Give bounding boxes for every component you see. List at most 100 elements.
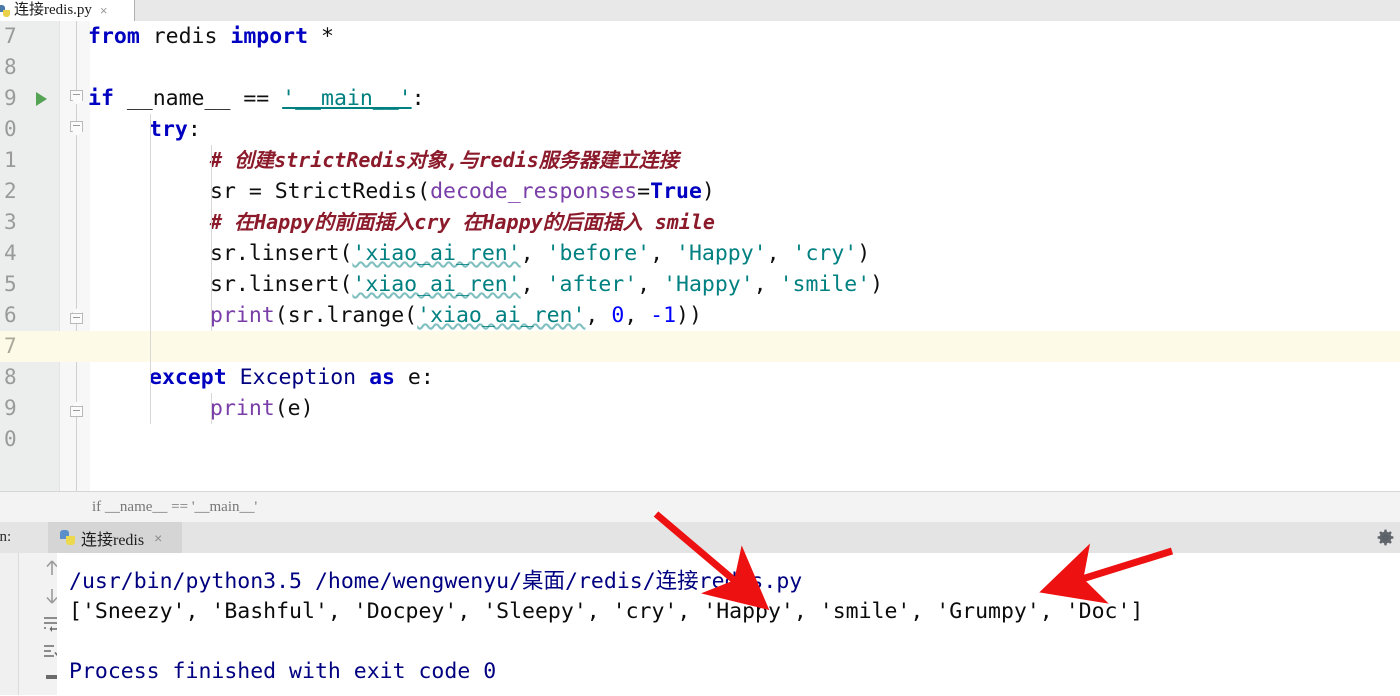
token-true: True: [650, 179, 702, 204]
token-from: from: [88, 24, 140, 49]
token-except: except: [149, 365, 227, 390]
token-smile: 'smile': [779, 272, 871, 297]
python-file-icon: [0, 4, 10, 17]
token-key-xiao-ai-ren: 'xiao_ai_ren': [352, 272, 521, 297]
settings-gear-icon[interactable]: [1377, 529, 1394, 546]
line-number: 1: [4, 148, 17, 172]
code-row[interactable]: 7 from redis import *: [0, 21, 1400, 52]
line-number: 6: [4, 303, 17, 327]
line-number: 8: [4, 365, 17, 389]
code-text: sr.linsert('xiao_ai_ren', 'after', 'Happ…: [210, 269, 883, 300]
token-comma: ,: [637, 272, 664, 297]
close-icon[interactable]: ×: [100, 0, 108, 21]
run-gutter-arrow-icon[interactable]: [36, 92, 47, 106]
run-console-output[interactable]: /usr/bin/python3.5 /home/wengwenyu/桌面/re…: [57, 553, 1400, 695]
token-colon: :: [411, 86, 425, 111]
token-exception: Exception: [226, 365, 370, 390]
fold-marker-icon[interactable]: [70, 90, 84, 106]
token-before: 'before': [546, 241, 651, 266]
line-number: 3: [4, 210, 17, 234]
token-if: if: [88, 86, 114, 111]
code-row[interactable]: 9 print(e): [0, 393, 1400, 424]
token-lparen: (: [274, 303, 288, 328]
token-rparen: ): [857, 241, 871, 266]
code-row[interactable]: 0: [0, 424, 1400, 455]
run-tab-lianjie-redis[interactable]: 连接redis ×: [48, 522, 182, 553]
token-cry: 'cry': [792, 241, 858, 266]
token-happy: 'Happy': [663, 272, 754, 297]
token-minus-one: -1: [650, 303, 677, 328]
line-number: 9: [4, 396, 17, 420]
code-row[interactable]: 2 sr = StrictRedis(decode_responses=True…: [0, 176, 1400, 207]
token-module: redis: [139, 24, 231, 49]
pycharm-window: 连接redis.py × 7 from redis import * 8 9 i…: [0, 0, 1400, 695]
token-sr-linsert: sr.linsert(: [210, 241, 353, 266]
indent-guide: [150, 114, 151, 424]
token-comma: ,: [624, 303, 651, 328]
code-lines: 7 from redis import * 8 9 if __name__ ==…: [0, 21, 1400, 491]
token-comma: ,: [585, 303, 612, 328]
code-row[interactable]: 5 sr.linsert('xiao_ai_ren', 'after', 'Ha…: [0, 269, 1400, 300]
fold-marker-end-icon[interactable]: [70, 401, 84, 417]
token-rparen: ): [870, 272, 884, 297]
token-sr-linsert: sr.linsert(: [210, 272, 353, 297]
run-sidebar: [0, 553, 62, 695]
code-editor[interactable]: 7 from redis import * 8 9 if __name__ ==…: [0, 21, 1400, 491]
python-run-icon: [60, 530, 75, 545]
line-number: 0: [4, 427, 17, 451]
code-text: from redis import *: [88, 21, 334, 52]
line-number: 2: [4, 179, 17, 203]
code-text: except Exception as e:: [149, 362, 434, 393]
run-sidebar-buttons: [18, 553, 62, 695]
editor-tab-bar: 连接redis.py ×: [0, 0, 1400, 22]
console-line-status: Process finished with exit code 0: [69, 659, 497, 684]
token-try: try: [149, 117, 188, 142]
code-text: print(e): [210, 393, 314, 424]
token-import: import: [230, 24, 309, 49]
code-row[interactable]: 8 except Exception as e:: [0, 362, 1400, 393]
breadcrumb-path[interactable]: if __name__ == '__main__': [92, 492, 257, 522]
code-row[interactable]: 9 if __name__ == '__main__':: [0, 83, 1400, 114]
run-tab-label: 连接redis: [81, 531, 145, 549]
code-text: sr.linsert('xiao_ai_ren', 'before', 'Hap…: [210, 238, 870, 269]
close-icon[interactable]: ×: [154, 530, 162, 546]
line-number: 5: [4, 272, 17, 296]
editor-tab-label: 连接redis.py: [14, 2, 92, 18]
fold-marker-end-icon[interactable]: [70, 308, 84, 324]
code-row[interactable]: 4 sr.linsert('xiao_ai_ren', 'before', 'H…: [0, 238, 1400, 269]
code-text: sr = StrictRedis(decode_responses=True): [210, 176, 715, 207]
breadcrumb-bar[interactable]: if __name__ == '__main__': [0, 491, 1400, 524]
indent-guide: [211, 145, 212, 331]
token-sr-lrange: sr.lrange(: [287, 303, 418, 328]
token-zero: 0: [611, 303, 625, 328]
token-key-xiao-ai-ren: 'xiao_ai_ren': [417, 303, 586, 328]
token-rparen: ): [701, 179, 715, 204]
code-row[interactable]: 6 print(sr.lrange('xiao_ai_ren', 0, -1)): [0, 300, 1400, 331]
breadcrumb-gutter: [0, 492, 84, 522]
editor-tab-lianjie-redis[interactable]: 连接redis.py ×: [0, 0, 135, 21]
code-text: if __name__ == '__main__':: [88, 83, 425, 114]
token-e: e:: [394, 365, 434, 390]
code-row[interactable]: 8: [0, 52, 1400, 83]
token-comma: ,: [520, 241, 547, 266]
indent-guide: [211, 393, 212, 424]
code-row[interactable]: 3 # 在Happy的前面插入cry 在Happy的后面插入 smile: [0, 207, 1400, 238]
token-comma: ,: [766, 241, 793, 266]
token-print: print: [210, 396, 275, 421]
code-row[interactable]: 0 try:: [0, 114, 1400, 145]
line-number: 9: [4, 86, 17, 110]
fold-marker-icon[interactable]: [70, 121, 84, 137]
token-print: print: [210, 303, 275, 328]
line-number: 0: [4, 117, 17, 141]
token-eq: =: [637, 179, 651, 204]
token-dunder-main: '__main__': [282, 86, 412, 111]
console-line-command: /usr/bin/python3.5 /home/wengwenyu/桌面/re…: [69, 569, 803, 594]
token-print-arg: (e): [274, 396, 314, 421]
run-tab-bar: un: 连接redis ×: [0, 522, 1400, 554]
code-row-active[interactable]: 7: [0, 331, 1400, 362]
code-row[interactable]: 1 # 创建strictRedis对象,与redis服务器建立连接: [0, 145, 1400, 176]
token-star: *: [308, 24, 334, 49]
run-tool-window: un: 连接redis ×: [0, 522, 1400, 695]
token-happy: 'Happy': [676, 241, 767, 266]
token-as: as: [369, 365, 395, 390]
